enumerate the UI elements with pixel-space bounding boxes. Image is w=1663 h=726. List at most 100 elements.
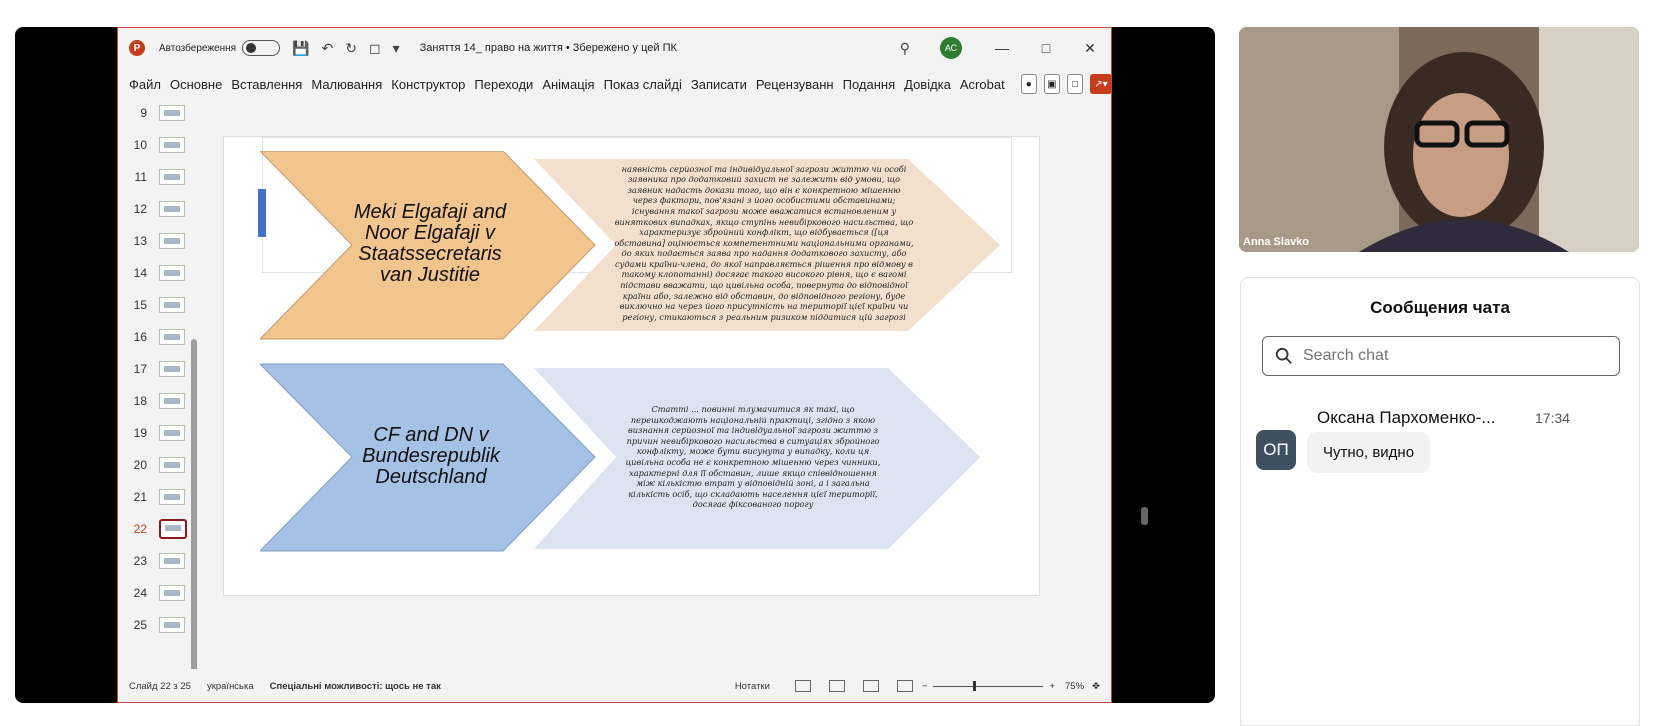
slide-canvas[interactable]: Meki Elgafaji and Noor Elgafaji v Staats…	[223, 136, 1040, 596]
zoom-level[interactable]: 75%	[1065, 681, 1084, 692]
thumbnail-preview[interactable]	[159, 617, 185, 633]
slide-vertical-scrollbar[interactable]	[1139, 97, 1149, 627]
thumbnail-preview[interactable]	[159, 297, 185, 313]
thumbnail-slide-23[interactable]: 23	[125, 551, 185, 571]
thumbnail-preview[interactable]	[159, 519, 187, 539]
autosave-toggle[interactable]	[242, 40, 281, 56]
thumbnail-preview[interactable]	[159, 393, 185, 409]
thumbnail-slide-17[interactable]: 17	[125, 359, 185, 379]
thumbnail-preview[interactable]	[159, 425, 185, 441]
thumbnail-preview[interactable]	[159, 233, 185, 249]
language-indicator[interactable]: українська	[207, 681, 254, 692]
tab-review[interactable]: Рецензуванн	[756, 77, 834, 92]
thumbnail-number: 9	[140, 106, 147, 120]
thumbnail-slide-11[interactable]: 11	[125, 167, 185, 187]
maximize-icon[interactable]: □	[1024, 40, 1068, 56]
comments-icon[interactable]: □	[1066, 74, 1084, 94]
status-bar: Слайд 22 з 25 українська Спеціальні можл…	[117, 669, 1112, 703]
powerpoint-logo-icon: P	[129, 40, 145, 56]
customize-toolbar-icon[interactable]: ▾	[393, 40, 400, 57]
thumbnails-scrollbar[interactable]	[191, 169, 197, 685]
close-icon[interactable]: ✕	[1068, 40, 1112, 57]
thumbnail-slide-16[interactable]: 16	[125, 327, 185, 347]
present-teams-icon[interactable]: ▣	[1043, 74, 1060, 94]
zoom-out-icon[interactable]: −	[922, 681, 928, 692]
thumbnail-slide-19[interactable]: 19	[125, 423, 185, 443]
search-icon[interactable]: ⚲	[900, 40, 910, 57]
thumbnail-preview[interactable]	[159, 105, 185, 121]
thumbnail-number: 20	[133, 458, 147, 472]
normal-view-icon[interactable]	[794, 680, 811, 692]
case2-title[interactable]: CF and DN v Bundesrepublik Deutschland	[348, 421, 514, 491]
share-button[interactable]: ↗▾	[1090, 74, 1112, 94]
message-text[interactable]: Чутно, видно	[1307, 432, 1431, 473]
thumbnail-slide-10[interactable]: 10	[125, 135, 185, 155]
thumbnail-preview[interactable]	[159, 329, 185, 345]
thumbnail-slide-24[interactable]: 24	[125, 583, 185, 603]
thumbnails-scroll-handle[interactable]	[191, 339, 197, 685]
zoom-slider[interactable]	[933, 680, 1044, 691]
thumbnail-preview[interactable]	[159, 265, 185, 281]
record-icon[interactable]: ●	[1020, 74, 1037, 94]
notes-button[interactable]: Нотатки	[735, 681, 770, 692]
thumbnail-slide-9[interactable]: 9	[125, 103, 185, 123]
case1-title[interactable]: Meki Elgafaji and Noor Elgafaji v Staats…	[344, 201, 516, 287]
tab-slideshow[interactable]: Показ слайді	[604, 77, 682, 92]
undo-icon[interactable]: ↶	[322, 40, 334, 57]
tab-file[interactable]: Файл	[129, 77, 161, 92]
thumbnail-preview[interactable]	[159, 457, 185, 473]
thumbnail-slide-25[interactable]: 25	[125, 615, 185, 635]
thumbnail-number: 12	[133, 202, 147, 216]
thumbnail-slide-12[interactable]: 12	[125, 199, 185, 219]
tab-home[interactable]: Основне	[170, 77, 222, 92]
tab-help[interactable]: Довідка	[904, 77, 951, 92]
thumbnail-slide-13[interactable]: 13	[125, 231, 185, 251]
case2-text[interactable]: Статті ... повинні тлумачитися як такі, …	[620, 404, 886, 509]
tab-record[interactable]: Записати	[691, 77, 747, 92]
tab-view[interactable]: Подання	[843, 77, 896, 92]
thumbnail-preview[interactable]	[159, 553, 185, 569]
thumbnail-preview[interactable]	[159, 137, 185, 153]
thumbnail-slide-22[interactable]: 22	[125, 519, 187, 539]
slide-thumbnails: 9 10 11 12 13 14 15 16 17 18 19 20 21 22 23 24 25	[117, 99, 207, 685]
thumbnail-slide-20[interactable]: 20	[125, 455, 185, 475]
thumbnail-number: 10	[133, 138, 147, 152]
tab-draw[interactable]: Малювання	[311, 77, 382, 92]
thumbnail-preview[interactable]	[159, 585, 185, 601]
participant-video: Anna Slavko	[1239, 27, 1639, 252]
thumbnail-slide-18[interactable]: 18	[125, 391, 185, 411]
thumbnail-slide-14[interactable]: 14	[125, 263, 185, 283]
autosave-label: Автозбереження	[159, 42, 237, 54]
thumbnail-slide-15[interactable]: 15	[125, 295, 185, 315]
tab-acrobat[interactable]: Acrobat	[960, 77, 1005, 92]
thumbnail-preview[interactable]	[159, 361, 185, 377]
thumbnail-number: 11	[134, 170, 147, 184]
avatar[interactable]: ОП	[1256, 430, 1296, 470]
slide-sorter-icon[interactable]	[828, 680, 845, 692]
document-title[interactable]: Заняття 14_ право на життя • Збережено у…	[420, 42, 677, 54]
thumbnail-number: 14	[133, 266, 147, 280]
slideshow-view-icon[interactable]	[896, 680, 913, 692]
thumbnail-preview[interactable]	[159, 489, 185, 505]
tab-animations[interactable]: Анімація	[542, 77, 594, 92]
present-icon[interactable]: ◻	[369, 40, 381, 57]
case1-text[interactable]: наявність серйозної та індивідуальної за…	[614, 163, 914, 323]
thumbnail-preview[interactable]	[159, 169, 185, 185]
minimize-icon[interactable]: —	[980, 40, 1024, 56]
tab-design[interactable]: Конструктор	[391, 77, 465, 92]
tab-insert[interactable]: Вставлення	[231, 77, 302, 92]
chat-search-input[interactable]	[1303, 347, 1603, 365]
tab-transitions[interactable]: Переходи	[474, 77, 533, 92]
zoom-in-icon[interactable]: +	[1049, 681, 1055, 692]
reading-view-icon[interactable]	[862, 680, 879, 692]
accessibility-status[interactable]: Спеціальні можливості: щось не так	[270, 681, 441, 692]
slide-scroll-handle[interactable]	[1141, 507, 1148, 525]
thumbnail-preview[interactable]	[159, 201, 185, 217]
user-avatar[interactable]: АС	[940, 37, 962, 59]
save-icon[interactable]: 💾	[292, 40, 309, 57]
thumbnail-slide-21[interactable]: 21	[125, 487, 185, 507]
chat-message: ОП Оксана Пархоменко-... 17:34 Чутно, ви…	[1256, 408, 1636, 488]
fit-slide-icon[interactable]: ✥	[1092, 681, 1100, 692]
chat-search-box[interactable]	[1262, 336, 1620, 376]
redo-icon[interactable]: ↻	[345, 40, 357, 57]
